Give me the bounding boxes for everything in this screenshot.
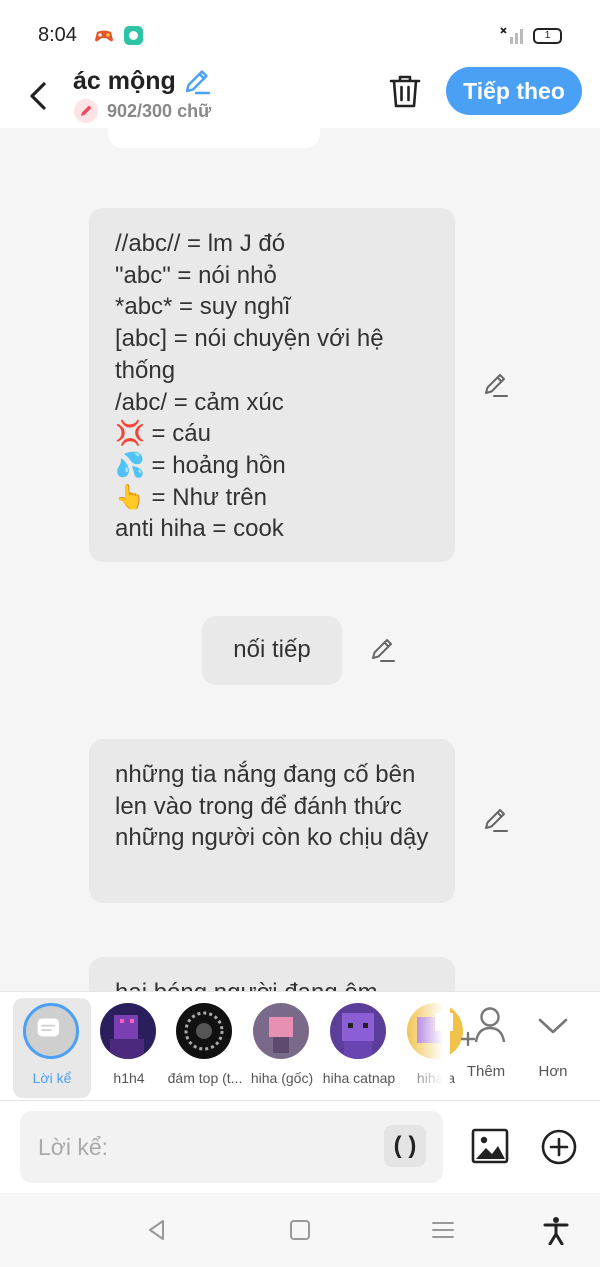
system-nav-bar bbox=[0, 1193, 600, 1267]
status-time: 8:04 bbox=[38, 24, 77, 46]
parentheses-button[interactable]: ( ) bbox=[384, 1125, 426, 1167]
word-count: 902/300 chữ bbox=[74, 98, 211, 124]
narration-avatar bbox=[23, 1003, 79, 1059]
edit-message-pencil-icon[interactable] bbox=[369, 636, 397, 664]
previous-message-bubble bbox=[108, 128, 320, 148]
status-bar: 8:04 1 bbox=[0, 0, 600, 64]
battery-icon: 1 bbox=[533, 28, 562, 44]
nav-back-icon[interactable] bbox=[142, 1215, 172, 1245]
message-bubble[interactable]: //abc// = lm J đó "abc" = nói nhỏ *abc* … bbox=[89, 208, 455, 562]
header: ác mộng 902/300 chữ Tiếp theo bbox=[0, 64, 600, 128]
message-bubble[interactable]: những tia nắng đang cố bên len vào trong… bbox=[89, 739, 455, 903]
character-avatar[interactable]: hiha (gốc) bbox=[243, 992, 321, 1092]
narration-icon bbox=[37, 1018, 60, 1037]
more-label: Hơn bbox=[538, 1063, 568, 1080]
next-button[interactable]: Tiếp theo bbox=[446, 67, 582, 115]
chat-app-icon bbox=[124, 26, 143, 45]
edit-message-pencil-icon[interactable] bbox=[482, 806, 510, 834]
narration-input[interactable] bbox=[20, 1111, 443, 1183]
pencil-icon bbox=[74, 99, 98, 123]
edit-message-pencil-icon[interactable] bbox=[482, 371, 510, 399]
plus-circle-icon[interactable] bbox=[540, 1128, 578, 1166]
message-bubble[interactable]: nối tiếp bbox=[202, 616, 342, 685]
input-area: ( ) bbox=[0, 1100, 600, 1193]
character-avatar[interactable]: h1h4 bbox=[90, 992, 168, 1092]
avatar bbox=[253, 1003, 309, 1059]
character-narration[interactable]: Lời kể bbox=[13, 998, 91, 1098]
story-chat-area[interactable]: //abc// = lm J đó "abc" = nói nhỏ *abc* … bbox=[0, 128, 600, 991]
message-bubble[interactable]: hai bóng người đang ôm bbox=[89, 957, 455, 991]
avatar bbox=[407, 1003, 463, 1059]
back-button[interactable] bbox=[18, 72, 58, 120]
avatar bbox=[176, 1003, 232, 1059]
title-edit-pencil-icon[interactable] bbox=[182, 66, 212, 96]
character-bar: Lời kể h1h4 đám top (t... hiha (gốc) hih… bbox=[0, 991, 600, 1100]
image-icon[interactable] bbox=[470, 1126, 510, 1166]
nav-home-icon[interactable] bbox=[285, 1215, 315, 1245]
chevron-down-icon bbox=[538, 1018, 568, 1034]
add-character-label: Thêm bbox=[466, 1063, 506, 1080]
avatar bbox=[100, 1003, 156, 1059]
delete-button[interactable] bbox=[386, 72, 424, 110]
person-add-icon bbox=[460, 1007, 506, 1047]
page-title: ác mộng bbox=[73, 67, 176, 95]
word-count-text: 902/300 chữ bbox=[107, 100, 212, 121]
character-avatar[interactable]: đám top (t... bbox=[166, 992, 244, 1092]
add-character-button[interactable]: Thêm bbox=[456, 1000, 516, 1080]
avatar bbox=[330, 1003, 386, 1059]
character-avatar[interactable]: hiha catnap bbox=[320, 992, 398, 1092]
accessibility-icon[interactable] bbox=[541, 1215, 571, 1245]
nav-menu-icon[interactable] bbox=[428, 1215, 458, 1245]
signal-icon bbox=[500, 27, 523, 44]
more-button[interactable]: Hơn bbox=[523, 1000, 583, 1080]
game-app-icon bbox=[95, 30, 113, 42]
